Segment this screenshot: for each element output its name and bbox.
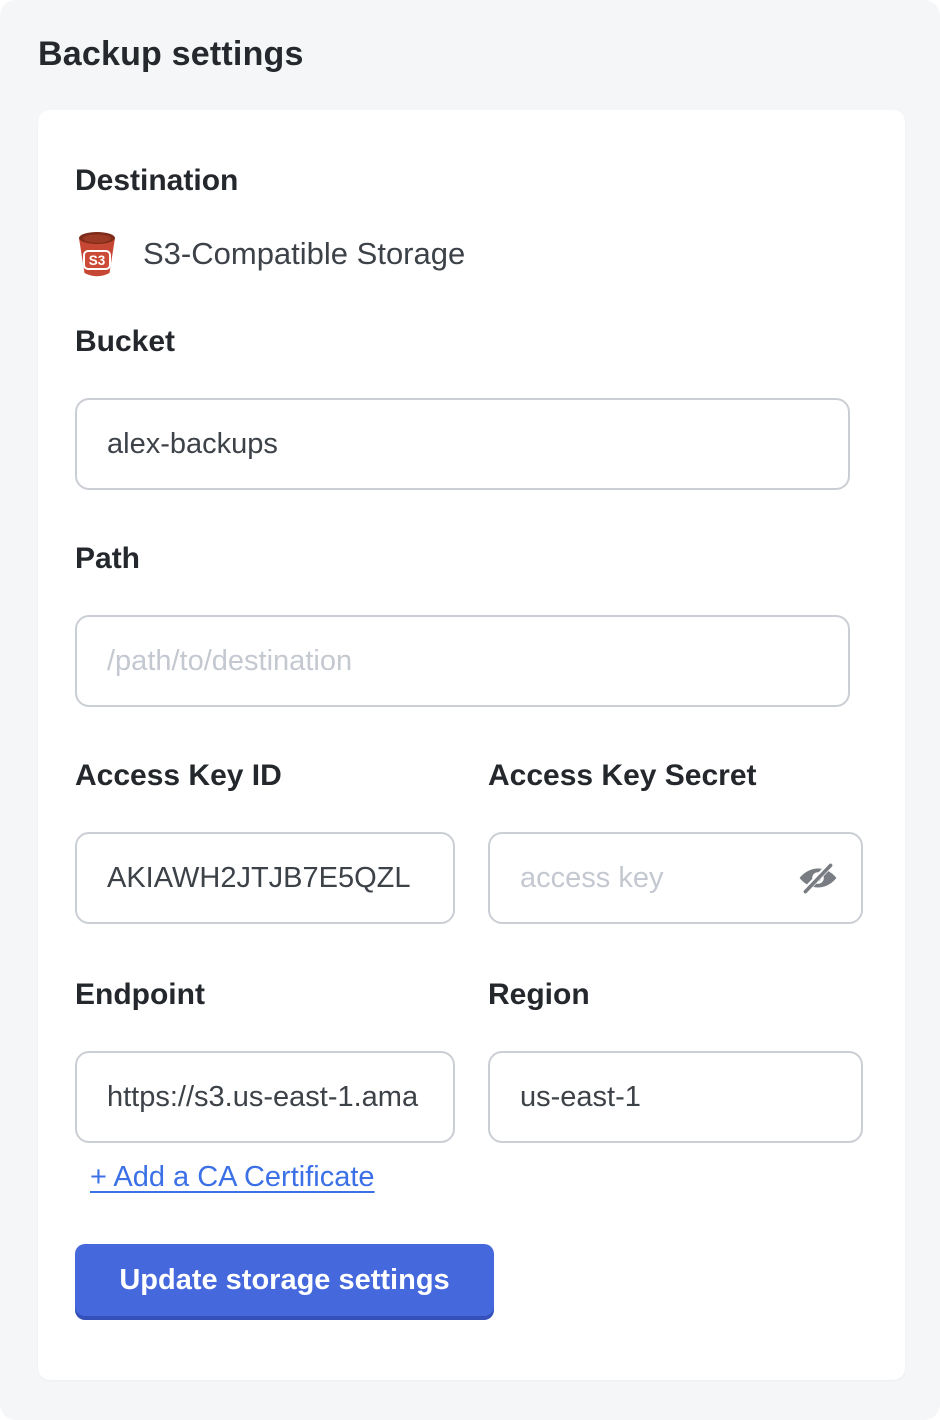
access-key-id-label: Access Key ID	[75, 759, 455, 792]
access-key-secret-input-wrap	[488, 832, 863, 924]
region-label: Region	[488, 978, 863, 1011]
endpoint-region-row: Endpoint Region	[75, 978, 868, 1143]
region-input[interactable]	[488, 1051, 863, 1143]
endpoint-field: Endpoint	[75, 978, 455, 1143]
region-field: Region	[488, 978, 863, 1143]
access-key-id-field: Access Key ID	[75, 759, 455, 924]
destination-value-row: S3 S3-Compatible Storage	[75, 229, 868, 279]
access-key-secret-field: Access Key Secret	[488, 759, 863, 924]
add-ca-certificate-link[interactable]: + Add a CA Certificate	[90, 1161, 375, 1194]
path-label: Path	[75, 542, 868, 575]
backup-settings-screen: Backup settings Destination S3 S3-Compat…	[0, 0, 940, 1420]
access-key-id-input[interactable]	[75, 832, 455, 924]
s3-bucket-icon: S3	[75, 229, 119, 279]
svg-text:S3: S3	[89, 253, 106, 268]
destination-label: Destination	[75, 164, 868, 197]
toggle-secret-visibility-button[interactable]	[797, 857, 839, 899]
update-storage-settings-button[interactable]: Update storage settings	[75, 1244, 494, 1316]
storage-settings-card: Destination S3 S3-Compatible Storage Buc…	[38, 110, 905, 1380]
path-input[interactable]	[75, 615, 850, 707]
endpoint-input[interactable]	[75, 1051, 455, 1143]
access-keys-row: Access Key ID Access Key Secret	[75, 759, 868, 924]
bucket-label: Bucket	[75, 325, 868, 358]
access-key-secret-label: Access Key Secret	[488, 759, 863, 792]
destination-value: S3-Compatible Storage	[143, 236, 465, 272]
visibility-off-icon	[797, 857, 839, 899]
bucket-input[interactable]	[75, 398, 850, 490]
endpoint-label: Endpoint	[75, 978, 455, 1011]
page-title: Backup settings	[38, 35, 902, 74]
